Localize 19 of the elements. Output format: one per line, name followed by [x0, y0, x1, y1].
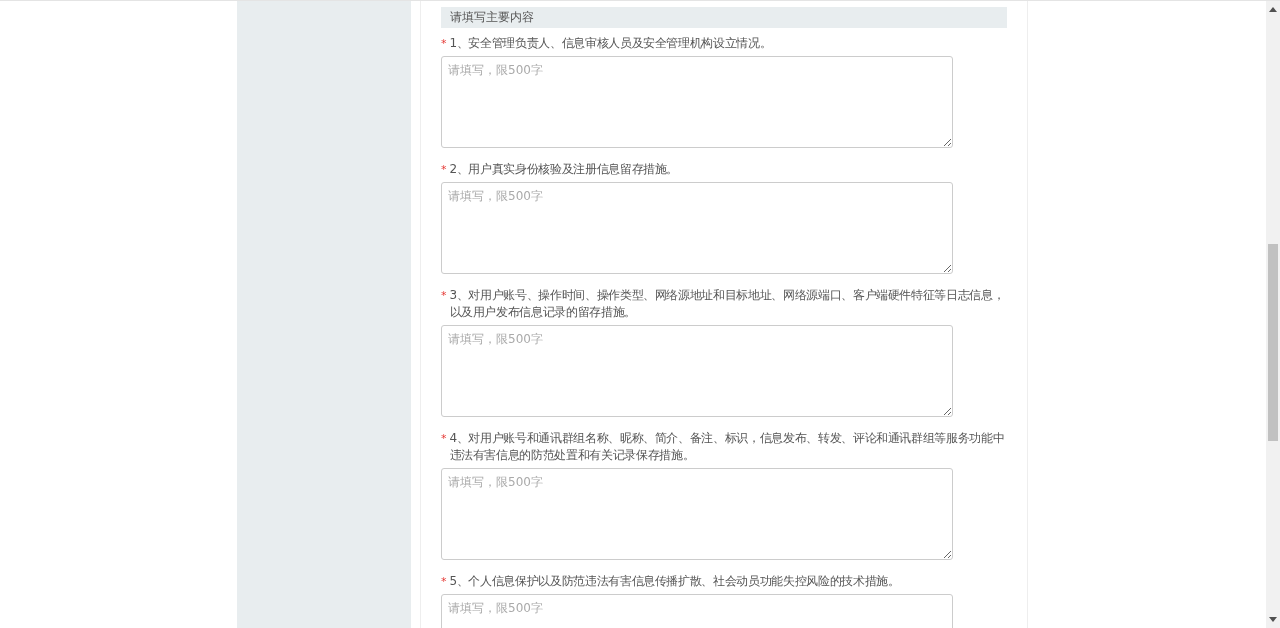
required-mark: *	[441, 574, 447, 590]
answer-field[interactable]: 请填写，限500字	[441, 182, 953, 274]
question-label: 3、对用户账号、操作时间、操作类型、网络源地址和目标地址、网络源端口、客户端硬件特征等日志信息，以及用户发布信息记录的留存措施。	[449, 287, 1006, 321]
scroll-down-icon[interactable]	[1269, 617, 1277, 622]
scroll-up-icon[interactable]	[1269, 7, 1277, 12]
required-mark: *	[441, 162, 447, 178]
answer-field[interactable]: 请填写，限500字	[441, 56, 953, 148]
required-mark: *	[441, 431, 447, 447]
scrollbar-thumb[interactable]	[1268, 244, 1278, 441]
question-label: 2、用户真实身份核验及注册信息留存措施。	[449, 161, 680, 178]
answer-field[interactable]: 请填写，限500字	[441, 468, 953, 560]
question-label: 4、对用户账号和通讯群组名称、昵称、简介、备注、标识，信息发布、转发、评论和通讯群组等服务功能中违法有害信息的防范处置和有关记录保存措施。	[449, 430, 1006, 464]
required-mark: *	[441, 288, 447, 304]
question-label: 1、安全管理负责人、信息审核人员及安全管理机构设立情况。	[449, 35, 773, 52]
answer-field[interactable]: 请填写，限500字	[441, 325, 953, 417]
answer-field[interactable]: 请填写，限500字	[441, 594, 953, 628]
question-label: 5、个人信息保护以及防范违法有害信息传播扩散、社会动员功能失控风险的技术措施。	[449, 573, 901, 590]
section-header: 请填写主要内容	[441, 7, 1007, 28]
required-mark: *	[441, 36, 447, 52]
